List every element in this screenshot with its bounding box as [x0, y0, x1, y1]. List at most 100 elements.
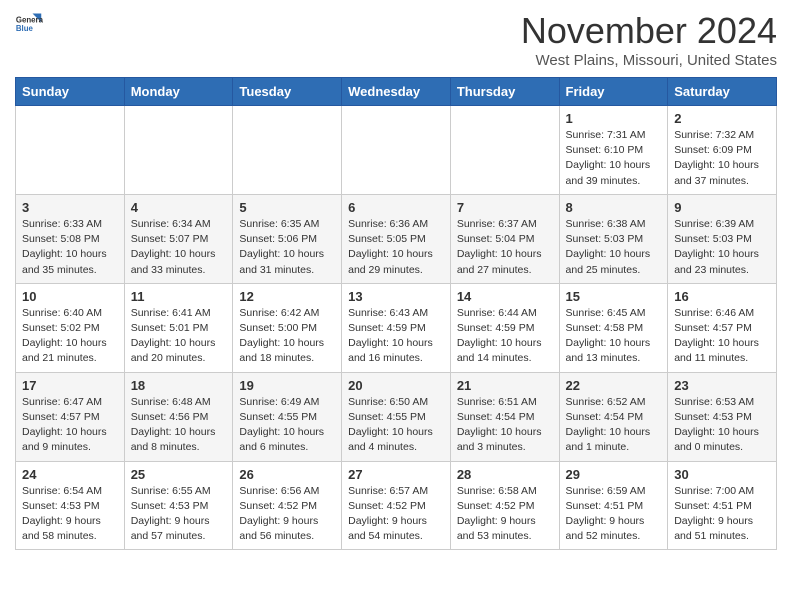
- calendar-table: SundayMondayTuesdayWednesdayThursdayFrid…: [15, 77, 777, 550]
- calendar-cell: 29Sunrise: 6:59 AM Sunset: 4:51 PM Dayli…: [559, 461, 668, 550]
- calendar-cell: 4Sunrise: 6:34 AM Sunset: 5:07 PM Daylig…: [124, 194, 233, 283]
- day-info: Sunrise: 6:56 AM Sunset: 4:52 PM Dayligh…: [239, 484, 335, 545]
- day-info: Sunrise: 7:31 AM Sunset: 6:10 PM Dayligh…: [566, 128, 662, 189]
- calendar-week-row: 1 Sunrise: 7:31 AM Sunset: 6:10 PM Daylig…: [16, 106, 777, 195]
- day-info: Sunrise: 6:42 AM Sunset: 5:00 PM Dayligh…: [239, 306, 335, 367]
- calendar-cell: 14 Sunrise: 6:44 AM Sunset: 4:59 PM Dayli…: [450, 283, 559, 372]
- day-info: Sunrise: 6:48 AM Sunset: 4:56 PM Dayligh…: [131, 395, 227, 456]
- calendar-week-row: 17 Sunrise: 6:47 AM Sunset: 4:57 PM Dayli…: [16, 372, 777, 461]
- day-number: 5: [239, 200, 335, 215]
- day-number: 14: [457, 289, 553, 304]
- day-number: 7: [457, 200, 553, 215]
- calendar-cell: 19Sunrise: 6:49 AM Sunset: 4:55 PM Dayli…: [233, 372, 342, 461]
- svg-text:General: General: [16, 15, 43, 24]
- calendar-day-header: Friday: [559, 78, 668, 106]
- day-number: 4: [131, 200, 227, 215]
- day-info: Sunrise: 6:55 AM Sunset: 4:53 PM Dayligh…: [131, 484, 227, 545]
- day-number: 30: [674, 467, 770, 482]
- calendar-cell: 18 Sunrise: 6:48 AM Sunset: 4:56 PM Dayli…: [124, 372, 233, 461]
- day-info: Sunrise: 6:58 AM Sunset: 4:52 PM Dayligh…: [457, 484, 553, 545]
- day-number: 16: [674, 289, 770, 304]
- day-info: Sunrise: 6:46 AM Sunset: 4:57 PM Dayligh…: [674, 306, 770, 367]
- day-number: 10: [22, 289, 118, 304]
- day-info: Sunrise: 6:54 AM Sunset: 4:53 PM Dayligh…: [22, 484, 118, 545]
- calendar-cell: 11 Sunrise: 6:41 AM Sunset: 5:01 PM Dayli…: [124, 283, 233, 372]
- calendar-day-header: Saturday: [668, 78, 777, 106]
- day-info: Sunrise: 6:52 AM Sunset: 4:54 PM Dayligh…: [566, 395, 662, 456]
- day-number: 17: [22, 378, 118, 393]
- day-number: 20: [348, 378, 444, 393]
- day-info: Sunrise: 6:53 AM Sunset: 4:53 PM Dayligh…: [674, 395, 770, 456]
- calendar-day-header: Sunday: [16, 78, 125, 106]
- calendar-week-row: 24 Sunrise: 6:54 AM Sunset: 4:53 PM Dayli…: [16, 461, 777, 550]
- calendar-cell: 28 Sunrise: 6:58 AM Sunset: 4:52 PM Dayli…: [450, 461, 559, 550]
- calendar-cell: 26 Sunrise: 6:56 AM Sunset: 4:52 PM Dayli…: [233, 461, 342, 550]
- calendar-cell: 1 Sunrise: 7:31 AM Sunset: 6:10 PM Daylig…: [559, 106, 668, 195]
- day-info: Sunrise: 6:38 AM Sunset: 5:03 PM Dayligh…: [566, 217, 662, 278]
- title-block: November 2024 West Plains, Missouri, Uni…: [521, 10, 777, 69]
- calendar-cell: 17 Sunrise: 6:47 AM Sunset: 4:57 PM Dayli…: [16, 372, 125, 461]
- day-info: Sunrise: 7:32 AM Sunset: 6:09 PM Dayligh…: [674, 128, 770, 189]
- calendar-cell: 22 Sunrise: 6:52 AM Sunset: 4:54 PM Dayli…: [559, 372, 668, 461]
- calendar-header-row: SundayMondayTuesdayWednesdayThursdayFrid…: [16, 78, 777, 106]
- day-number: 26: [239, 467, 335, 482]
- calendar-day-header: Tuesday: [233, 78, 342, 106]
- day-number: 8: [566, 200, 662, 215]
- calendar-cell: [342, 106, 451, 195]
- calendar-cell: 21Sunrise: 6:51 AM Sunset: 4:54 PM Dayli…: [450, 372, 559, 461]
- day-number: 25: [131, 467, 227, 482]
- calendar-cell: 12Sunrise: 6:42 AM Sunset: 5:00 PM Dayli…: [233, 283, 342, 372]
- calendar-cell: [124, 106, 233, 195]
- calendar-cell: 13 Sunrise: 6:43 AM Sunset: 4:59 PM Dayli…: [342, 283, 451, 372]
- calendar-cell: 6Sunrise: 6:36 AM Sunset: 5:05 PM Daylig…: [342, 194, 451, 283]
- day-number: 21: [457, 378, 553, 393]
- day-info: Sunrise: 6:41 AM Sunset: 5:01 PM Dayligh…: [131, 306, 227, 367]
- calendar-cell: [233, 106, 342, 195]
- calendar-week-row: 10 Sunrise: 6:40 AM Sunset: 5:02 PM Dayli…: [16, 283, 777, 372]
- day-info: Sunrise: 6:47 AM Sunset: 4:57 PM Dayligh…: [22, 395, 118, 456]
- day-number: 22: [566, 378, 662, 393]
- calendar-day-header: Thursday: [450, 78, 559, 106]
- month-title: November 2024: [521, 10, 777, 52]
- logo: General Blue: [15, 10, 43, 38]
- day-number: 2: [674, 111, 770, 126]
- day-number: 28: [457, 467, 553, 482]
- calendar-cell: 27Sunrise: 6:57 AM Sunset: 4:52 PM Dayli…: [342, 461, 451, 550]
- day-number: 1: [566, 111, 662, 126]
- calendar-cell: 30 Sunrise: 7:00 AM Sunset: 4:51 PM Dayli…: [668, 461, 777, 550]
- day-info: Sunrise: 6:50 AM Sunset: 4:55 PM Dayligh…: [348, 395, 444, 456]
- day-info: Sunrise: 6:33 AM Sunset: 5:08 PM Dayligh…: [22, 217, 118, 278]
- day-info: Sunrise: 6:43 AM Sunset: 4:59 PM Dayligh…: [348, 306, 444, 367]
- day-info: Sunrise: 6:45 AM Sunset: 4:58 PM Dayligh…: [566, 306, 662, 367]
- day-info: Sunrise: 6:37 AM Sunset: 5:04 PM Dayligh…: [457, 217, 553, 278]
- day-number: 24: [22, 467, 118, 482]
- day-info: Sunrise: 6:36 AM Sunset: 5:05 PM Dayligh…: [348, 217, 444, 278]
- day-number: 11: [131, 289, 227, 304]
- day-number: 27: [348, 467, 444, 482]
- location: West Plains, Missouri, United States: [521, 52, 777, 69]
- calendar-cell: 9 Sunrise: 6:39 AM Sunset: 5:03 PM Daylig…: [668, 194, 777, 283]
- day-info: Sunrise: 7:00 AM Sunset: 4:51 PM Dayligh…: [674, 484, 770, 545]
- day-number: 3: [22, 200, 118, 215]
- calendar-day-header: Wednesday: [342, 78, 451, 106]
- calendar-cell: 24 Sunrise: 6:54 AM Sunset: 4:53 PM Dayli…: [16, 461, 125, 550]
- day-info: Sunrise: 6:39 AM Sunset: 5:03 PM Dayligh…: [674, 217, 770, 278]
- calendar-cell: 16 Sunrise: 6:46 AM Sunset: 4:57 PM Dayli…: [668, 283, 777, 372]
- day-number: 18: [131, 378, 227, 393]
- day-info: Sunrise: 6:35 AM Sunset: 5:06 PM Dayligh…: [239, 217, 335, 278]
- page-header: General Blue November 2024 West Plains, …: [15, 10, 777, 69]
- logo-icon: General Blue: [15, 10, 43, 38]
- calendar-cell: [16, 106, 125, 195]
- day-info: Sunrise: 6:59 AM Sunset: 4:51 PM Dayligh…: [566, 484, 662, 545]
- day-info: Sunrise: 6:40 AM Sunset: 5:02 PM Dayligh…: [22, 306, 118, 367]
- svg-text:Blue: Blue: [16, 24, 34, 33]
- calendar-cell: 3 Sunrise: 6:33 AM Sunset: 5:08 PM Daylig…: [16, 194, 125, 283]
- day-number: 13: [348, 289, 444, 304]
- day-info: Sunrise: 6:44 AM Sunset: 4:59 PM Dayligh…: [457, 306, 553, 367]
- calendar-cell: 2 Sunrise: 7:32 AM Sunset: 6:09 PM Daylig…: [668, 106, 777, 195]
- calendar-cell: 5 Sunrise: 6:35 AM Sunset: 5:06 PM Daylig…: [233, 194, 342, 283]
- day-number: 9: [674, 200, 770, 215]
- calendar-cell: 7 Sunrise: 6:37 AM Sunset: 5:04 PM Daylig…: [450, 194, 559, 283]
- day-info: Sunrise: 6:49 AM Sunset: 4:55 PM Dayligh…: [239, 395, 335, 456]
- calendar-cell: 23Sunrise: 6:53 AM Sunset: 4:53 PM Dayli…: [668, 372, 777, 461]
